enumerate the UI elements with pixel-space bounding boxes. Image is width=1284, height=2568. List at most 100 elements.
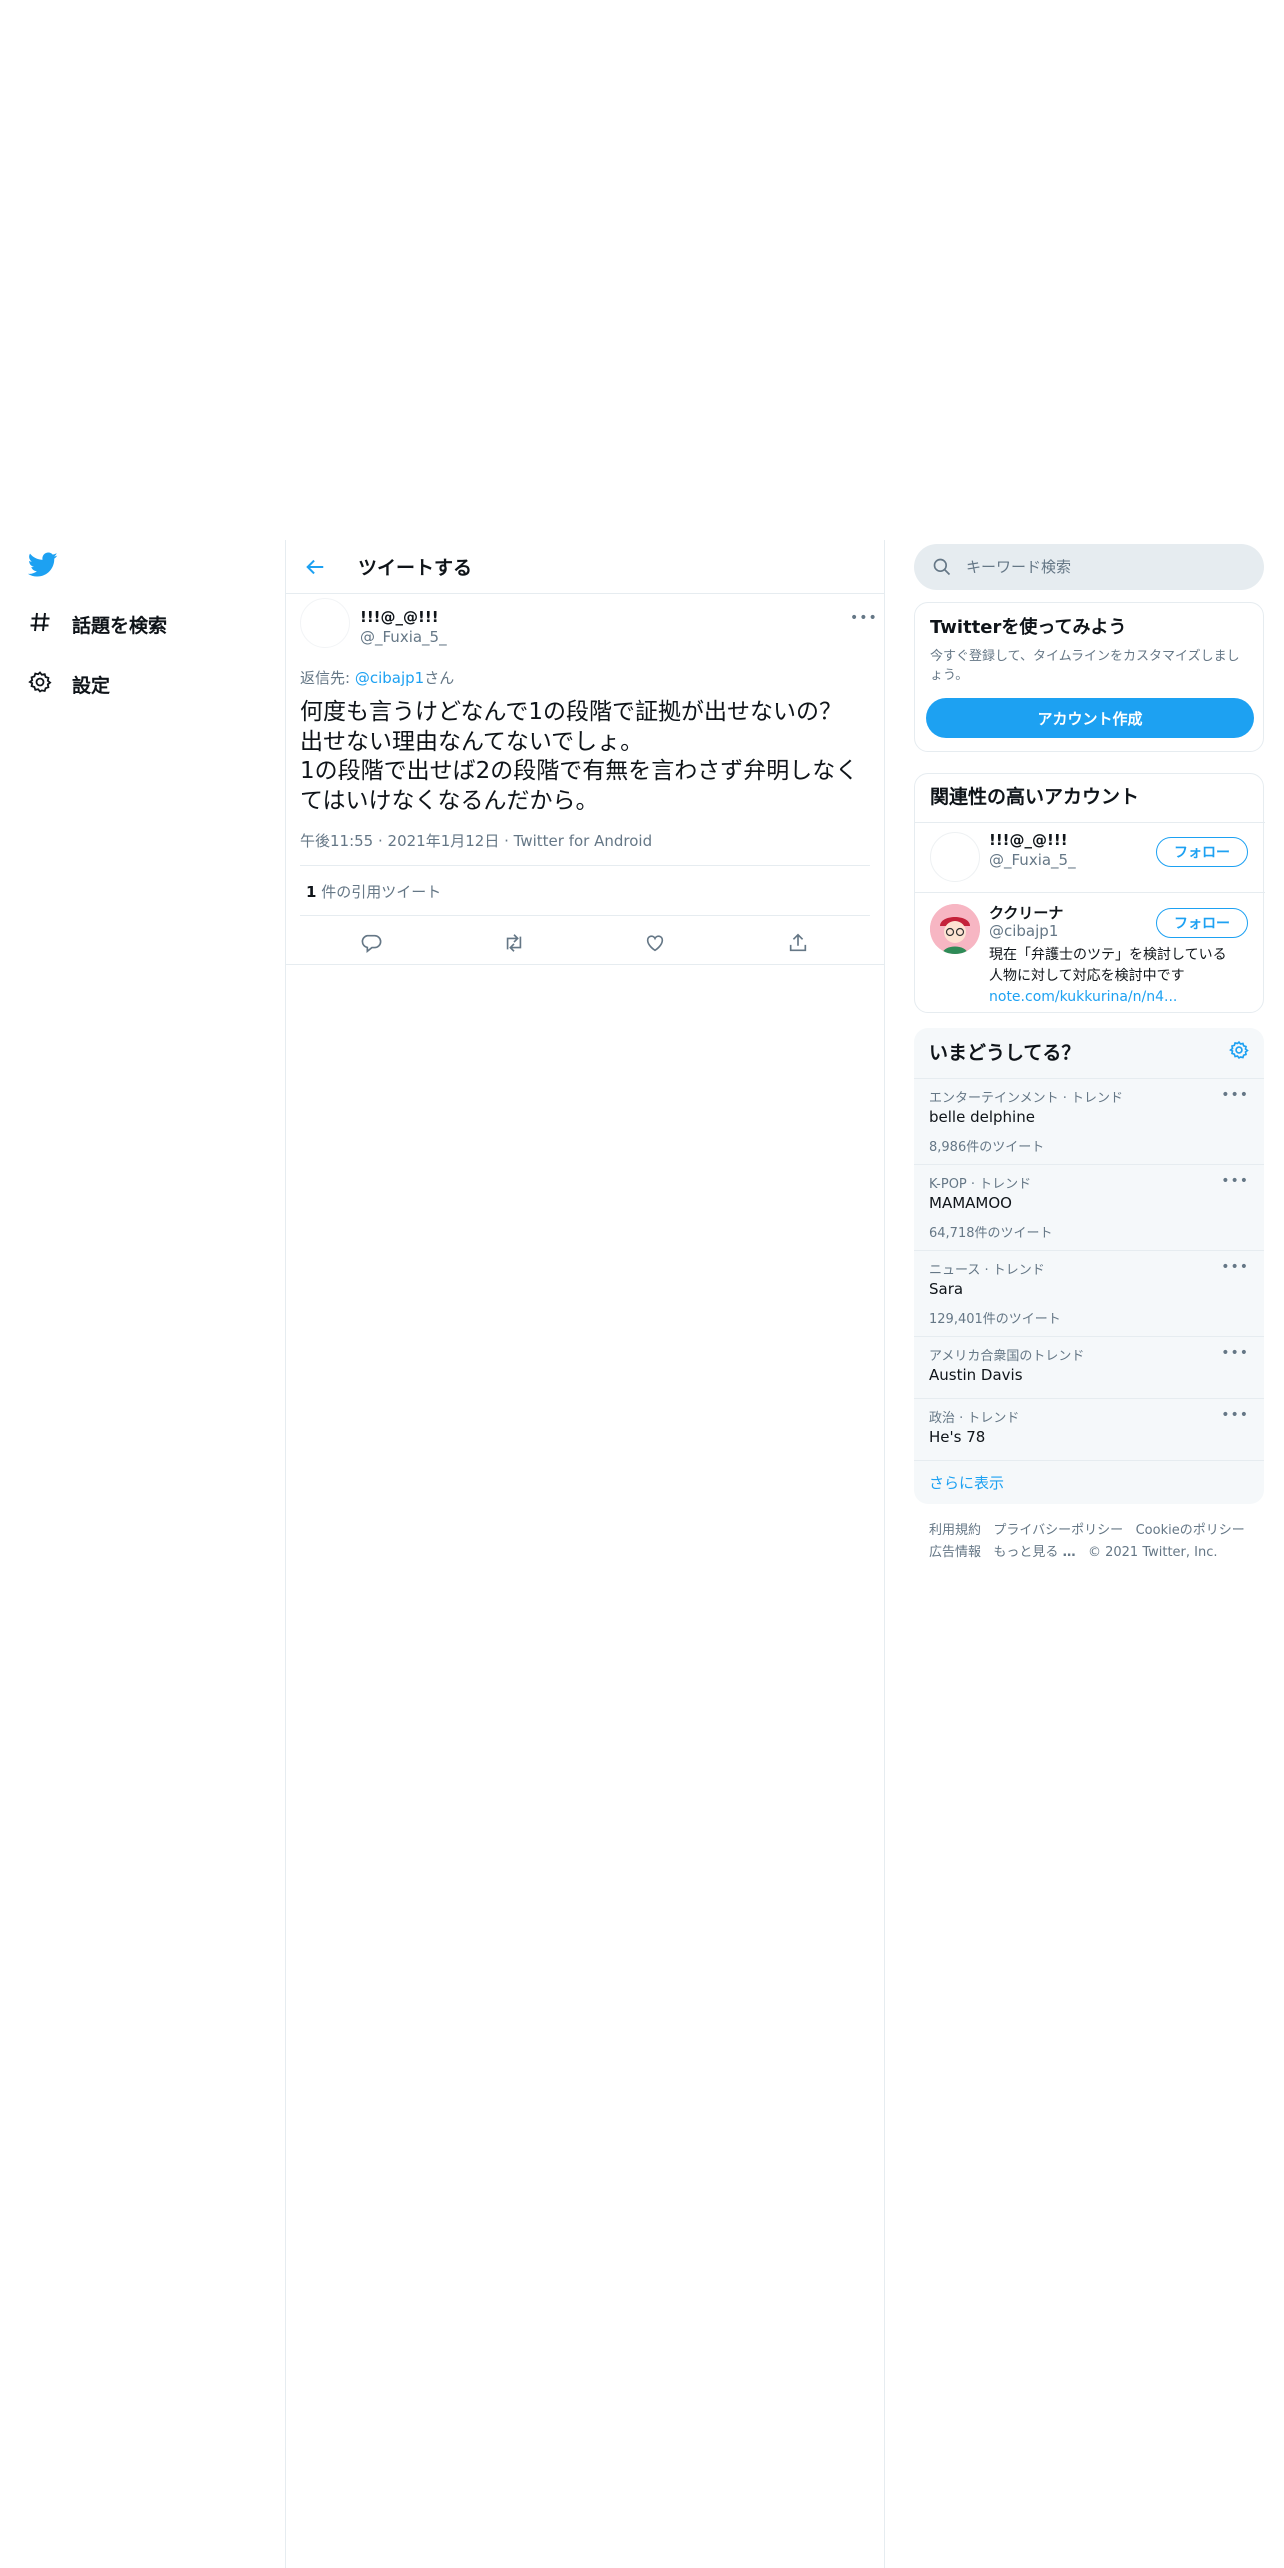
divider [915,822,1265,823]
footer-copyright: © 2021 Twitter, Inc. [1087,1545,1218,1560]
trends-card: いまどうしてる？ エンターテインメント · トレンド ••• belle del… [914,1028,1264,1504]
quote-label: 件の引用ツイート [316,883,442,901]
trend-context: 政治 · トレンド [929,1411,1020,1426]
account-handle: @cibajp1 [989,922,1059,940]
signup-title: Twitterを使ってみよう [930,617,1127,638]
footer-more-label: もっと見る [993,1545,1059,1560]
trend-context: ニュース · トレンド [929,1263,1045,1278]
share-icon [787,932,809,958]
reply-icon [360,932,382,958]
share-button[interactable] [776,927,820,963]
tweet-text-line: 出せない理由なんてないでしょ。 [300,728,644,755]
tweet-text-line: てはいけなくなるんだから。 [300,787,599,814]
reply-mention-link[interactable]: @cibajp1 [355,669,424,687]
quote-count-link[interactable]: 1 件の引用ツイート [306,881,441,902]
trend-name: He's 78 [929,1428,986,1446]
author-handle[interactable]: @_Fuxia_5_ [360,628,447,646]
signup-card: Twitterを使ってみよう 今すぐ登録して、タイムラインをカスタマイズしましょ… [914,602,1264,752]
more-options-icon[interactable]: ••• [1221,1087,1249,1103]
trends-settings-icon[interactable] [1229,1040,1249,1064]
footer-cookie-link[interactable]: Cookieのポリシー [1136,1523,1245,1538]
more-dots-icon: … [1062,1545,1076,1560]
more-options-icon[interactable]: ••• [1221,1345,1249,1361]
trend-name: belle delphine [929,1108,1035,1126]
trend-context: エンターテインメント · トレンド [929,1091,1124,1106]
divider [914,1460,1264,1461]
tweet-source[interactable]: Twitter for Android [514,832,652,850]
like-button[interactable] [633,927,677,963]
more-options-icon[interactable]: ••• [850,610,878,626]
nav-explore-label: 話題を検索 [72,614,168,637]
reply-to-line: 返信先: @cibajp1さん [300,667,454,688]
more-options-icon[interactable]: ••• [1221,1173,1249,1189]
tweet-date[interactable]: 2021年1月12日 [388,832,500,850]
trend-item[interactable]: ニュース · トレンド ••• Sara 129,401件のツイート [914,1251,1264,1336]
tweet-time[interactable]: 午後11:55 [300,832,373,850]
trend-item[interactable]: K-POP · トレンド ••• MAMAMOO 64,718件のツイート [914,1165,1264,1250]
footer-ads-link[interactable]: 広告情報 [929,1545,981,1560]
author-name[interactable]: !!!@_@!!! [360,608,439,626]
show-more-link[interactable]: さらに表示 [929,1472,1004,1493]
quote-count: 1 [306,883,317,901]
search-input[interactable] [964,557,1244,577]
related-title: 関連性の高いアカウント [930,786,1140,808]
follow-button[interactable]: フォロー [1156,837,1248,867]
footer-more-link[interactable]: もっと見る … [993,1545,1075,1560]
footer-row: 利用規約 プライバシーポリシー Cookieのポリシー [929,1520,1259,1542]
page-title: ツイートする [358,557,473,579]
reply-suffix: さん [424,669,455,687]
nav-settings[interactable]: 設定 [28,662,110,706]
reply-prefix: 返信先: [300,669,355,687]
meta-dot: · [373,832,388,850]
heart-icon [644,932,666,958]
hashtag-icon [28,610,52,638]
avatar[interactable] [930,832,980,882]
twitter-bird-icon[interactable] [27,552,58,582]
meta-dot: · [499,832,514,850]
divider [286,964,884,965]
account-name[interactable]: !!!@_@!!! [989,831,1068,849]
tweet-text-line: 何度も言うけどなんで1の段階で証拠が出せないの？ [300,699,843,725]
bio-line: 現在「弁護士のツテ」を検討している [989,947,1227,963]
tweet-meta: 午後11:55 · 2021年1月12日 · Twitter for Andro… [300,830,652,851]
trend-item[interactable]: アメリカ合衆国のトレンド ••• Austin Davis [914,1337,1264,1398]
search-bar[interactable] [914,544,1264,590]
trend-name: Austin Davis [929,1366,1023,1384]
bio-link[interactable]: note.com/kukkurina/n/n4... [989,987,1254,1008]
divider [300,915,870,916]
avatar[interactable] [930,904,980,954]
trend-item[interactable]: エンターテインメント · トレンド ••• belle delphine 8,9… [914,1079,1264,1164]
account-handle: @_Fuxia_5_ [989,851,1076,869]
page-header: ツイートする [286,540,884,594]
divider [300,865,870,866]
footer: 利用規約 プライバシーポリシー Cookieのポリシー 広告情報 もっと見る …… [929,1520,1259,1564]
search-icon [932,557,952,577]
gear-icon [28,670,52,698]
bio-line: 人物に対して対応を検討中です [989,968,1185,984]
reply-button[interactable] [349,927,393,963]
footer-privacy-link[interactable]: プライバシーポリシー [993,1523,1123,1538]
avatar[interactable] [300,598,350,648]
retweet-button[interactable] [492,927,536,963]
footer-row: 広告情報 もっと見る … © 2021 Twitter, Inc. [929,1542,1259,1564]
more-options-icon[interactable]: ••• [1221,1259,1249,1275]
signup-desc: 今すぐ登録して、タイムラインをカスタマイズしましょう。 [930,649,1240,683]
tweet-text: 何度も言うけどなんで1の段階で証拠が出せないの？ 出せない理由なんてないでしょ。… [300,698,870,816]
nav-explore[interactable]: 話題を検索 [28,602,167,646]
account-name[interactable]: ククリーナ [989,902,1063,923]
trend-count: 64,718件のツイート [929,1226,1053,1241]
main-column: ツイートする !!!@_@!!! @_Fuxia_5_ ••• 返信先: @ci… [285,540,885,2568]
more-options-icon[interactable]: ••• [1221,1407,1249,1423]
trend-count: 8,986件のツイート [929,1140,1045,1155]
divider [915,892,1265,893]
trend-context: アメリカ合衆国のトレンド [929,1349,1085,1364]
trend-name: MAMAMOO [929,1194,1012,1212]
trends-title: いまどうしてる？ [929,1042,1081,1064]
trend-item[interactable]: 政治 · トレンド ••• He's 78 [914,1399,1264,1460]
trend-context: K-POP · トレンド [929,1177,1032,1192]
back-arrow-icon[interactable] [304,556,326,578]
follow-button[interactable]: フォロー [1156,908,1248,938]
create-account-button[interactable]: アカウント作成 [926,698,1254,738]
footer-terms-link[interactable]: 利用規約 [929,1523,981,1538]
left-nav: 話題を検索 設定 [0,540,285,2568]
